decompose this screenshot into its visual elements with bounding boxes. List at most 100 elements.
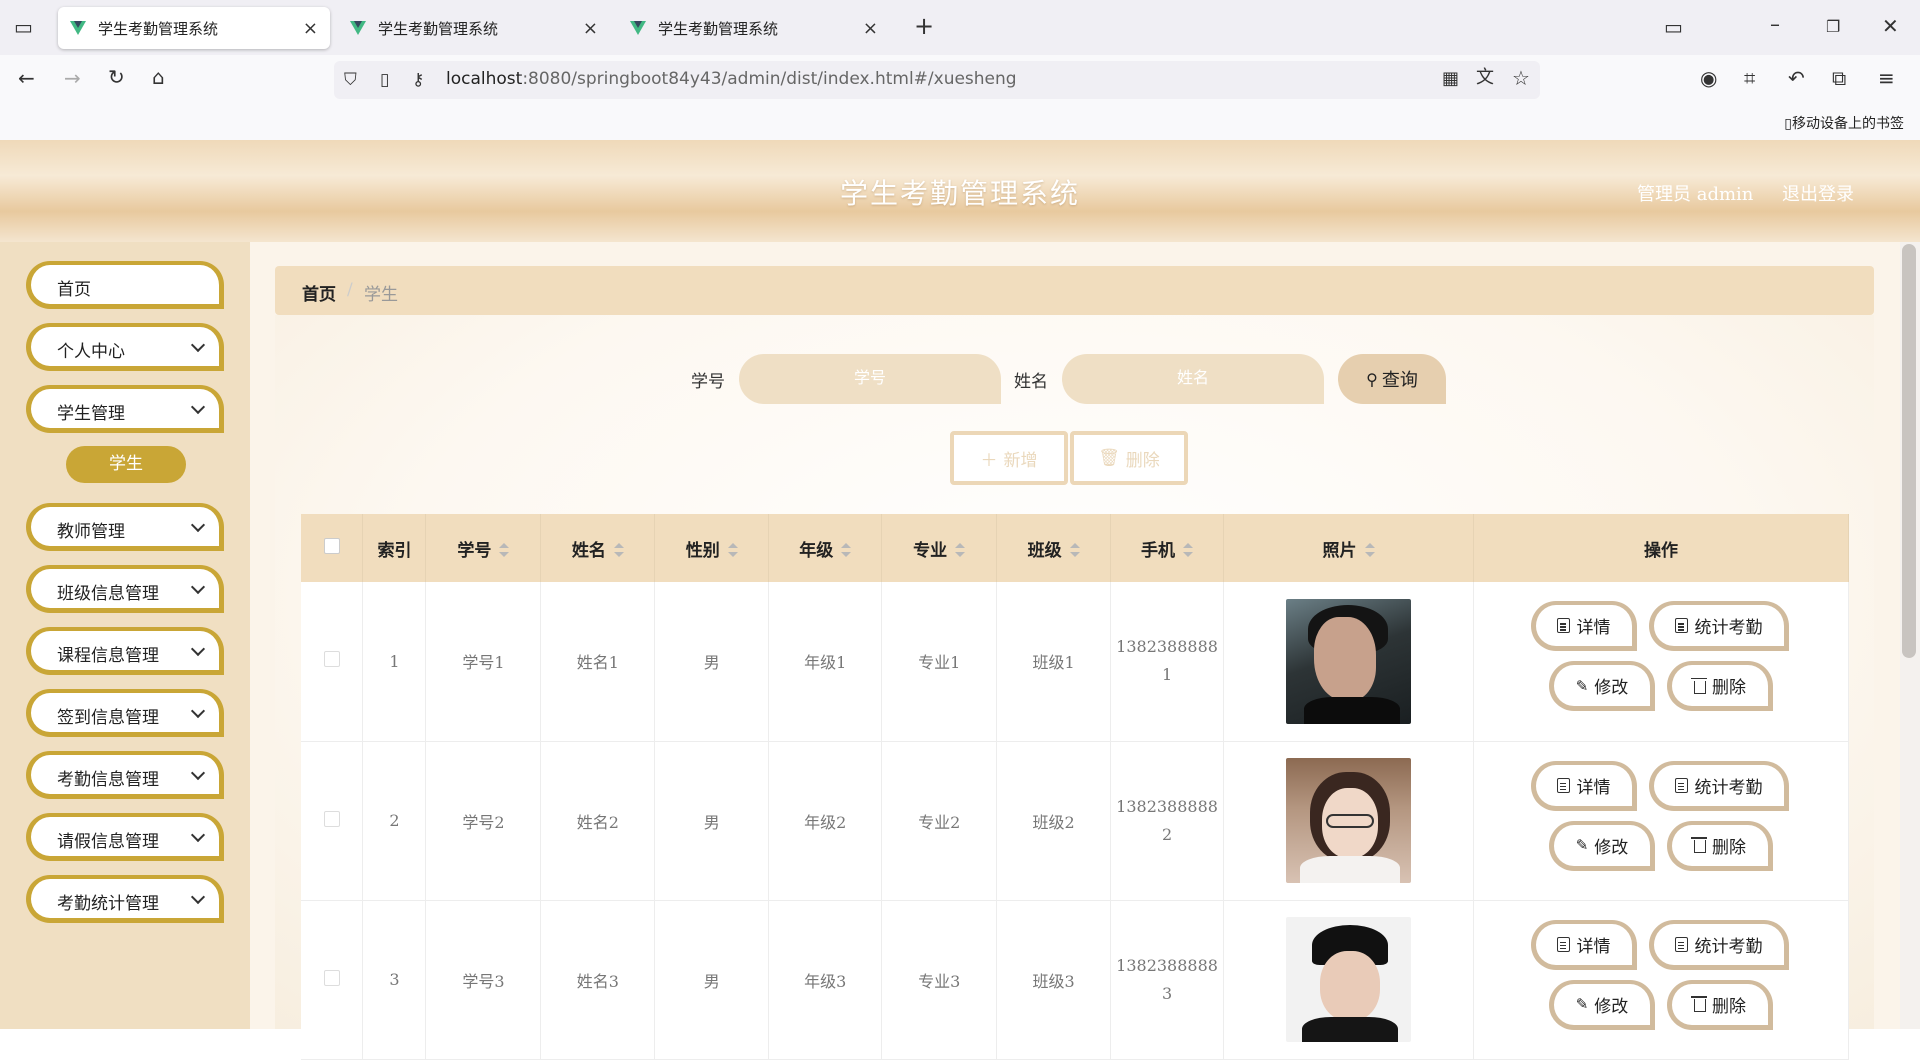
bookmark-star-icon[interactable]: ☆ <box>1512 68 1530 88</box>
minimize-icon[interactable]: – <box>1770 14 1780 34</box>
stat-attendance-button[interactable]: 统计考勤 <box>1648 760 1789 811</box>
chevron-down-icon <box>190 399 206 415</box>
delete-button[interactable]: 删除 <box>1666 661 1773 712</box>
crop-icon[interactable]: ⌗ <box>1744 68 1755 88</box>
restore-icon[interactable]: ❐ <box>1826 17 1840 37</box>
key-icon[interactable]: ⚷ <box>412 70 424 90</box>
student-id-input[interactable] <box>739 354 1001 404</box>
cell-phone: 1382388888 3 <box>1110 900 1225 1060</box>
tab-list-icon[interactable]: ▭ <box>14 17 33 37</box>
col-name[interactable]: 姓名 <box>540 514 656 582</box>
row-checkbox[interactable] <box>323 969 340 986</box>
sort-icon[interactable] <box>1364 543 1375 559</box>
detail-button[interactable]: 详情 <box>1530 919 1637 970</box>
document-icon <box>1557 777 1571 793</box>
student-photo[interactable] <box>1286 758 1411 883</box>
col-photo[interactable]: 照片 <box>1223 514 1474 582</box>
sort-icon[interactable] <box>613 543 624 559</box>
col-student-id[interactable]: 学号 <box>425 514 542 582</box>
sort-icon[interactable] <box>727 543 738 559</box>
student-id-label: 学号 <box>691 372 725 392</box>
col-gender[interactable]: 性别 <box>654 514 770 582</box>
detail-button[interactable]: 详情 <box>1530 601 1637 652</box>
delete-button[interactable]: 删除 <box>1666 979 1773 1030</box>
detail-button[interactable]: 详情 <box>1530 760 1637 811</box>
sidebar-item-course-mgmt[interactable]: 课程信息管理 <box>26 627 224 675</box>
sidebar-item-teacher-mgmt[interactable]: 教师管理 <box>26 503 224 551</box>
trash-icon: 🗑 <box>1098 448 1120 468</box>
stat-attendance-button[interactable]: 统计考勤 <box>1648 601 1789 652</box>
back-icon[interactable]: ← <box>18 68 35 88</box>
window-close-icon[interactable]: ✕ <box>1882 16 1899 36</box>
current-user: 管理员 admin <box>1637 184 1754 205</box>
browser-tab-1[interactable]: 学生考勤管理系统 × <box>58 7 330 49</box>
col-class[interactable]: 班级 <box>996 514 1112 582</box>
forward-icon[interactable]: → <box>64 68 81 88</box>
table-row: 2 学号2 姓名2 男 年级2 专业2 班级2 1382388888 2 详情 统… <box>301 741 1850 901</box>
plus-icon: ＋ <box>980 450 998 471</box>
scrollbar-thumb[interactable] <box>1902 244 1916 658</box>
col-phone[interactable]: 手机 <box>1110 514 1225 582</box>
new-tab-button[interactable]: + <box>914 14 934 38</box>
tab-overview-icon[interactable]: ▭ <box>1664 17 1683 37</box>
col-grade[interactable]: 年级 <box>768 514 883 582</box>
browser-tab-2[interactable]: 学生考勤管理系统 × <box>338 7 610 49</box>
page-icon[interactable]: ▯ <box>380 70 389 90</box>
cell-class: 班级3 <box>996 900 1112 1060</box>
select-all-checkbox[interactable] <box>323 537 340 554</box>
student-photo[interactable] <box>1286 598 1411 724</box>
sidebar-item-class-mgmt[interactable]: 班级信息管理 <box>26 565 224 613</box>
student-name-input[interactable] <box>1062 354 1324 404</box>
sidebar-item-profile[interactable]: 个人中心 <box>26 323 224 371</box>
row-checkbox[interactable] <box>323 810 340 827</box>
edit-button[interactable]: ✎ 修改 <box>1548 661 1655 712</box>
sidebar-item-leave-mgmt[interactable]: 请假信息管理 <box>26 813 224 861</box>
batch-delete-button[interactable]: 🗑 删除 <box>1070 431 1188 485</box>
bookmarks-bar <box>0 107 1920 140</box>
url-text[interactable]: localhost:8080/springboot84y43/admin/dis… <box>446 69 1017 89</box>
delete-button[interactable]: 删除 <box>1666 820 1773 871</box>
reload-icon[interactable]: ↻ <box>108 67 125 87</box>
edit-button[interactable]: ✎ 修改 <box>1548 820 1655 871</box>
sort-icon[interactable] <box>955 543 966 559</box>
sidebar-item-home[interactable]: 首页 <box>26 261 224 309</box>
edit-button[interactable]: ✎ 修改 <box>1548 979 1655 1030</box>
qr-code-icon[interactable]: ▦ <box>1442 69 1459 89</box>
browser-tab-3[interactable]: 学生考勤管理系统 × <box>618 7 890 49</box>
shield-icon[interactable]: ⛉ <box>344 70 357 90</box>
query-button[interactable]: ⚲ 查询 <box>1338 354 1446 404</box>
sidebar-item-attendance-mgmt[interactable]: 考勤信息管理 <box>26 751 224 799</box>
sort-icon[interactable] <box>841 543 852 559</box>
sort-icon[interactable] <box>499 543 510 559</box>
row-checkbox[interactable] <box>323 651 340 668</box>
home-icon[interactable]: ⌂ <box>152 67 165 87</box>
undo-icon[interactable]: ↶ <box>1788 68 1805 88</box>
sidebar-item-signin-mgmt[interactable]: 签到信息管理 <box>26 689 224 737</box>
logout-link[interactable]: 退出登录 <box>1782 180 1854 206</box>
breadcrumb-home[interactable]: 首页 <box>302 280 336 305</box>
menu-icon[interactable]: ≡ <box>1878 68 1895 88</box>
trash-icon <box>1690 677 1707 694</box>
app-title: 学生考勤管理系统 <box>839 177 1080 210</box>
extensions-icon[interactable]: ⧉ <box>1832 68 1846 88</box>
translate-icon[interactable]: 文 <box>1476 68 1494 88</box>
document-icon <box>1557 936 1571 952</box>
add-button[interactable]: ＋新增 <box>950 431 1068 485</box>
close-tab-icon[interactable]: × <box>863 18 878 39</box>
stat-attendance-button[interactable]: 统计考勤 <box>1648 919 1789 970</box>
sidebar-subitem-student[interactable]: 学生 <box>66 446 186 483</box>
sidebar-item-student-mgmt[interactable]: 学生管理 <box>26 385 224 433</box>
sidebar-item-stats-mgmt[interactable]: 考勤统计管理 <box>26 875 224 923</box>
close-tab-icon[interactable]: × <box>583 18 598 39</box>
student-photo[interactable] <box>1286 917 1411 1042</box>
sort-icon[interactable] <box>1069 543 1080 559</box>
cell-gender: 男 <box>654 900 770 1060</box>
mobile-bookmarks[interactable]: ▯移动设备上的书签 <box>1784 113 1904 133</box>
sort-icon[interactable] <box>1183 543 1194 559</box>
document-icon <box>1557 618 1571 634</box>
account-icon[interactable]: ◉ <box>1700 68 1717 88</box>
pencil-icon: ✎ <box>1575 676 1589 695</box>
col-major[interactable]: 专业 <box>881 514 998 582</box>
cell-gender: 男 <box>654 741 770 901</box>
close-tab-icon[interactable]: × <box>303 18 318 39</box>
